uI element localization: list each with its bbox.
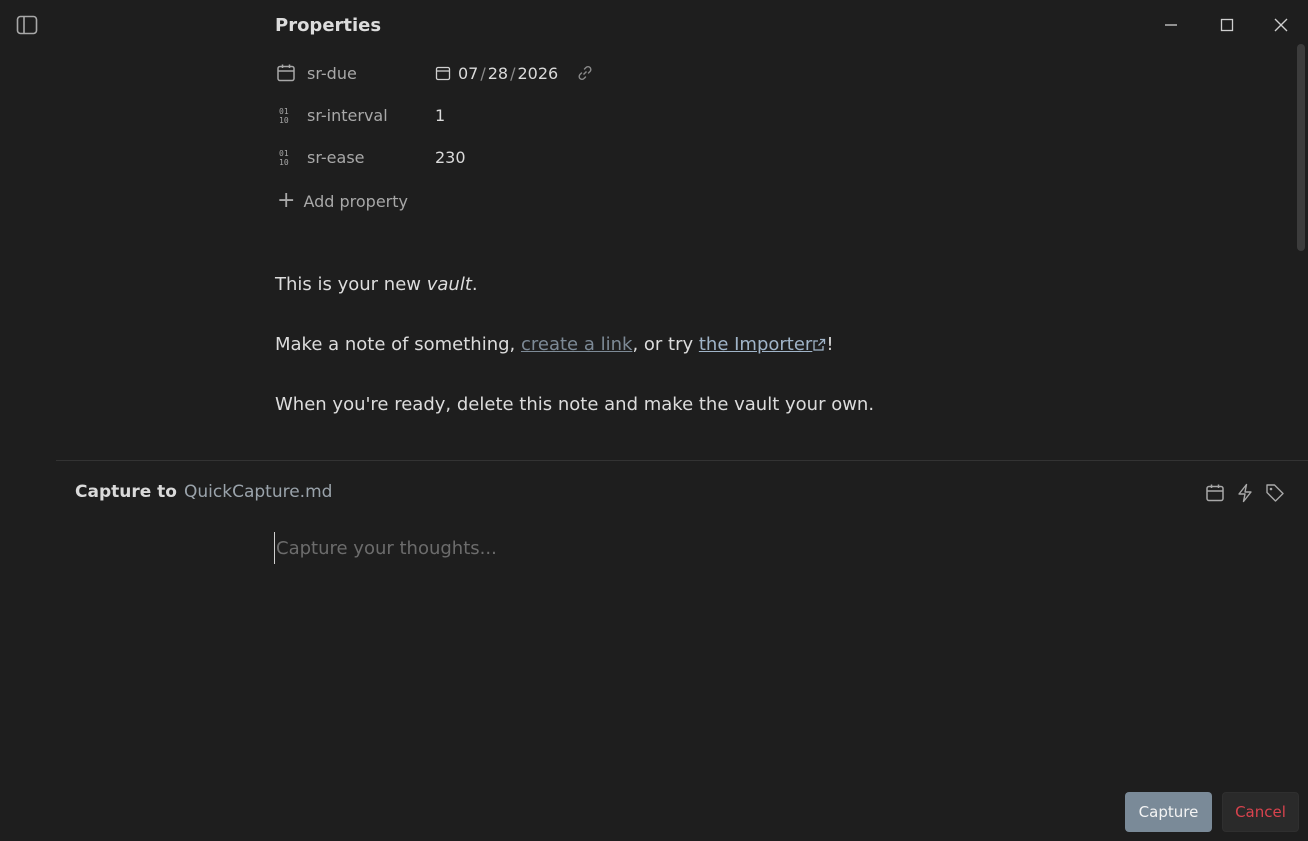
property-key-label: sr-ease (307, 147, 365, 167)
date-picker-icon[interactable] (435, 65, 451, 81)
capture-input[interactable] (274, 532, 1278, 564)
number-icon: 01 10 (275, 146, 297, 168)
property-value[interactable]: 230 (435, 148, 466, 167)
note-paragraph: Make a note of something, create a link,… (275, 334, 834, 357)
calendar-icon (275, 62, 297, 84)
scrollbar-thumb[interactable] (1297, 44, 1305, 251)
number-icon: 01 10 (275, 104, 297, 126)
link-icon[interactable] (576, 64, 594, 82)
svg-text:10: 10 (279, 158, 289, 167)
svg-text:01: 01 (279, 107, 289, 116)
date-separator: / (480, 63, 486, 83)
property-row-sr-interval: 01 10 sr-interval 1 (275, 101, 875, 129)
property-row-sr-ease: 01 10 sr-ease 230 (275, 143, 875, 171)
property-key-label: sr-due (307, 63, 357, 83)
capture-button[interactable]: Capture (1125, 792, 1212, 832)
add-property-label: Add property (303, 191, 408, 211)
capture-target-file[interactable]: QuickCapture.md (184, 482, 332, 502)
date-value-field[interactable]: 07 / 28 / 2026 (435, 64, 594, 83)
property-row-sr-due: sr-due 07 / 28 / 2026 (275, 59, 875, 87)
text-run: ! (826, 334, 834, 355)
sidebar-toggle-icon[interactable] (16, 14, 38, 36)
note-paragraph: This is your new vault. (275, 274, 478, 295)
svg-text:01: 01 (279, 149, 289, 158)
note-paragraph: When you're ready, delete this note and … (275, 394, 875, 415)
property-value[interactable]: 1 (435, 106, 445, 125)
internal-link[interactable]: create a link (521, 334, 632, 355)
quick-capture-window: Properties sr-due 07 / 28 / 2026 01 10 s… (0, 0, 1308, 841)
text-run: This is your new (275, 274, 427, 295)
external-link[interactable]: the Importer (699, 334, 812, 355)
capture-divider (56, 460, 1308, 461)
emphasis-text: vault (426, 274, 472, 295)
tag-icon[interactable] (1263, 481, 1287, 505)
date-separator: / (510, 63, 516, 83)
add-property-button[interactable]: + Add property (277, 190, 408, 212)
text-run: . (471, 274, 478, 295)
external-link-icon (812, 336, 826, 357)
property-key[interactable]: 01 10 sr-ease (275, 146, 435, 168)
cancel-button[interactable]: Cancel (1222, 792, 1299, 832)
capture-to-label: Capture to (75, 482, 177, 502)
minimize-button[interactable] (1156, 12, 1186, 38)
date-month[interactable]: 07 (458, 64, 478, 83)
properties-heading[interactable]: Properties (275, 15, 381, 36)
property-key[interactable]: 01 10 sr-interval (275, 104, 435, 126)
maximize-button[interactable] (1212, 12, 1242, 38)
lightning-icon[interactable] (1233, 481, 1257, 505)
property-key-label: sr-interval (307, 105, 388, 125)
calendar-icon[interactable] (1203, 481, 1227, 505)
date-year[interactable]: 2026 (518, 64, 559, 83)
svg-text:10: 10 (279, 116, 289, 125)
property-key[interactable]: sr-due (275, 62, 435, 84)
close-button[interactable] (1266, 12, 1296, 38)
text-run: Make a note of something, (275, 334, 521, 355)
date-day[interactable]: 28 (488, 64, 508, 83)
plus-icon: + (277, 188, 296, 213)
text-run: , or try (632, 334, 699, 355)
